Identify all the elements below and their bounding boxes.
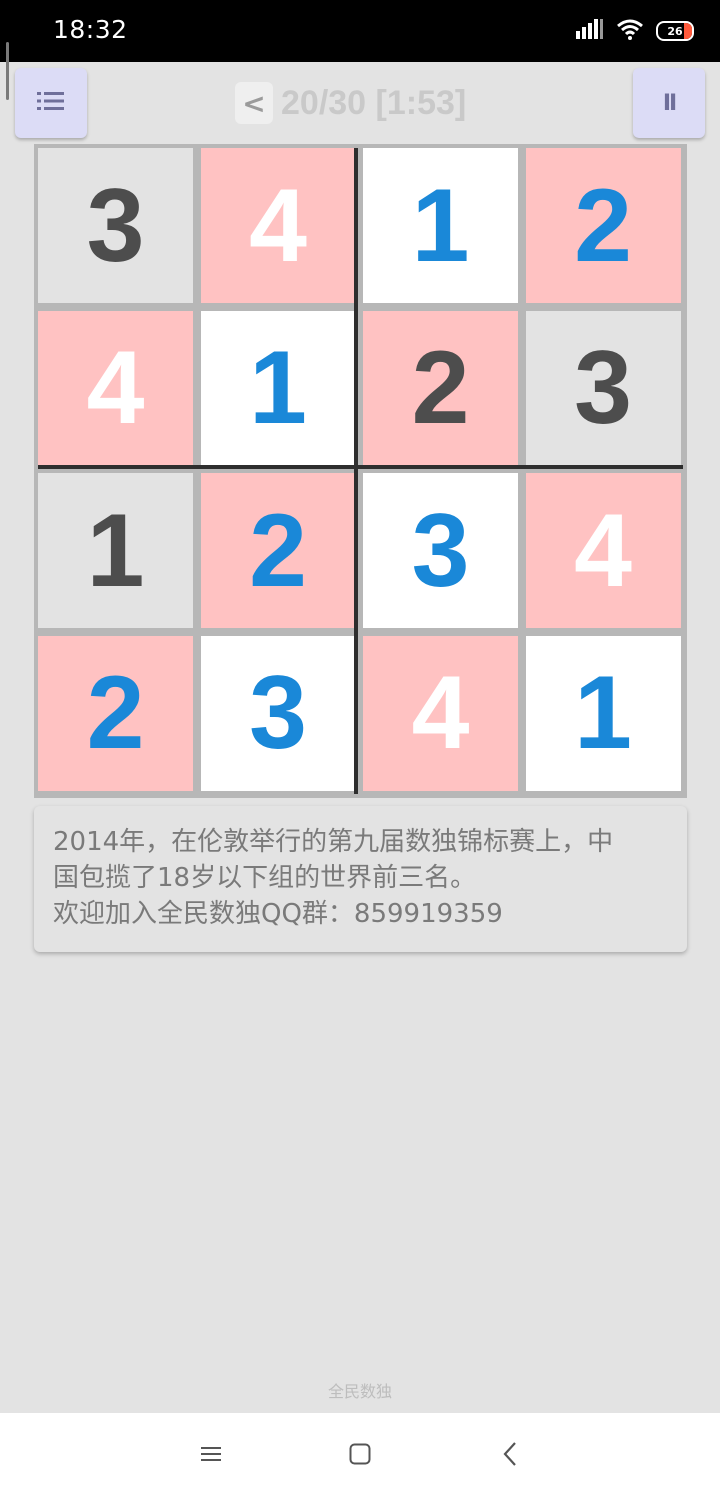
header-title: < 20/30 [1:53] xyxy=(235,80,466,126)
sudoku-cell[interactable]: 2 xyxy=(525,148,681,303)
fact-line: 2014年，在伦敦举行的第九届数独锦标赛上，中 xyxy=(53,827,614,857)
back-chevron-icon xyxy=(501,1441,521,1471)
sudoku-cell[interactable]: 4 xyxy=(38,310,193,466)
home-square-icon xyxy=(348,1442,372,1470)
puzzle-progress-timer: 20/30 [1:53] xyxy=(281,83,467,122)
sudoku-cell[interactable]: 3 xyxy=(363,473,518,628)
sudoku-board: 3412412312342341 xyxy=(34,144,687,798)
nav-menu-button[interactable] xyxy=(188,1433,234,1479)
app-footer-name: 全民数独 xyxy=(327,1382,392,1401)
sudoku-cell[interactable]: 2 xyxy=(38,635,193,791)
battery-level: 26 xyxy=(667,24,683,38)
status-icons: 26 xyxy=(576,18,694,44)
previous-puzzle-button[interactable]: < xyxy=(235,82,273,124)
status-time: 18:32 xyxy=(53,15,128,44)
sudoku-cell[interactable]: 4 xyxy=(363,635,518,791)
box-divider-vertical xyxy=(354,148,358,794)
sudoku-cell[interactable]: 4 xyxy=(200,148,356,303)
nav-home-button[interactable] xyxy=(337,1433,383,1479)
sudoku-cell[interactable]: 2 xyxy=(200,473,356,628)
sudoku-cell[interactable]: 1 xyxy=(363,148,518,303)
sudoku-cell[interactable]: 3 xyxy=(525,310,681,466)
status-bar: 18:32 26 xyxy=(0,0,720,62)
nav-back-button[interactable] xyxy=(488,1433,534,1479)
battery-icon: 26 xyxy=(656,21,694,41)
navigation-bar xyxy=(0,1413,720,1499)
pause-button[interactable]: II xyxy=(633,68,705,138)
box-divider-horizontal xyxy=(38,465,683,469)
fact-card: 2014年，在伦敦举行的第九届数独锦标赛上，中 国包揽了18岁以下组的世界前三名… xyxy=(34,806,687,952)
sudoku-cell[interactable]: 1 xyxy=(200,310,356,466)
sudoku-cell[interactable]: 2 xyxy=(363,310,518,466)
sudoku-cell[interactable]: 4 xyxy=(525,473,681,628)
edge-scroll-indicator xyxy=(6,42,9,100)
signal-icon xyxy=(576,19,604,43)
sudoku-cell[interactable]: 3 xyxy=(200,635,356,791)
pause-icon: II xyxy=(662,90,677,116)
menu-button[interactable] xyxy=(15,68,87,138)
wifi-icon xyxy=(616,18,644,44)
sudoku-cell[interactable]: 3 xyxy=(38,148,193,303)
menu-lines-icon xyxy=(199,1444,223,1468)
list-icon xyxy=(37,89,65,117)
fact-line: 欢迎加入全民数独QQ群：859919359 xyxy=(53,899,503,929)
fact-line: 国包揽了18岁以下组的世界前三名。 xyxy=(53,863,477,893)
sudoku-cell[interactable]: 1 xyxy=(38,473,193,628)
sudoku-cell[interactable]: 1 xyxy=(525,635,681,791)
